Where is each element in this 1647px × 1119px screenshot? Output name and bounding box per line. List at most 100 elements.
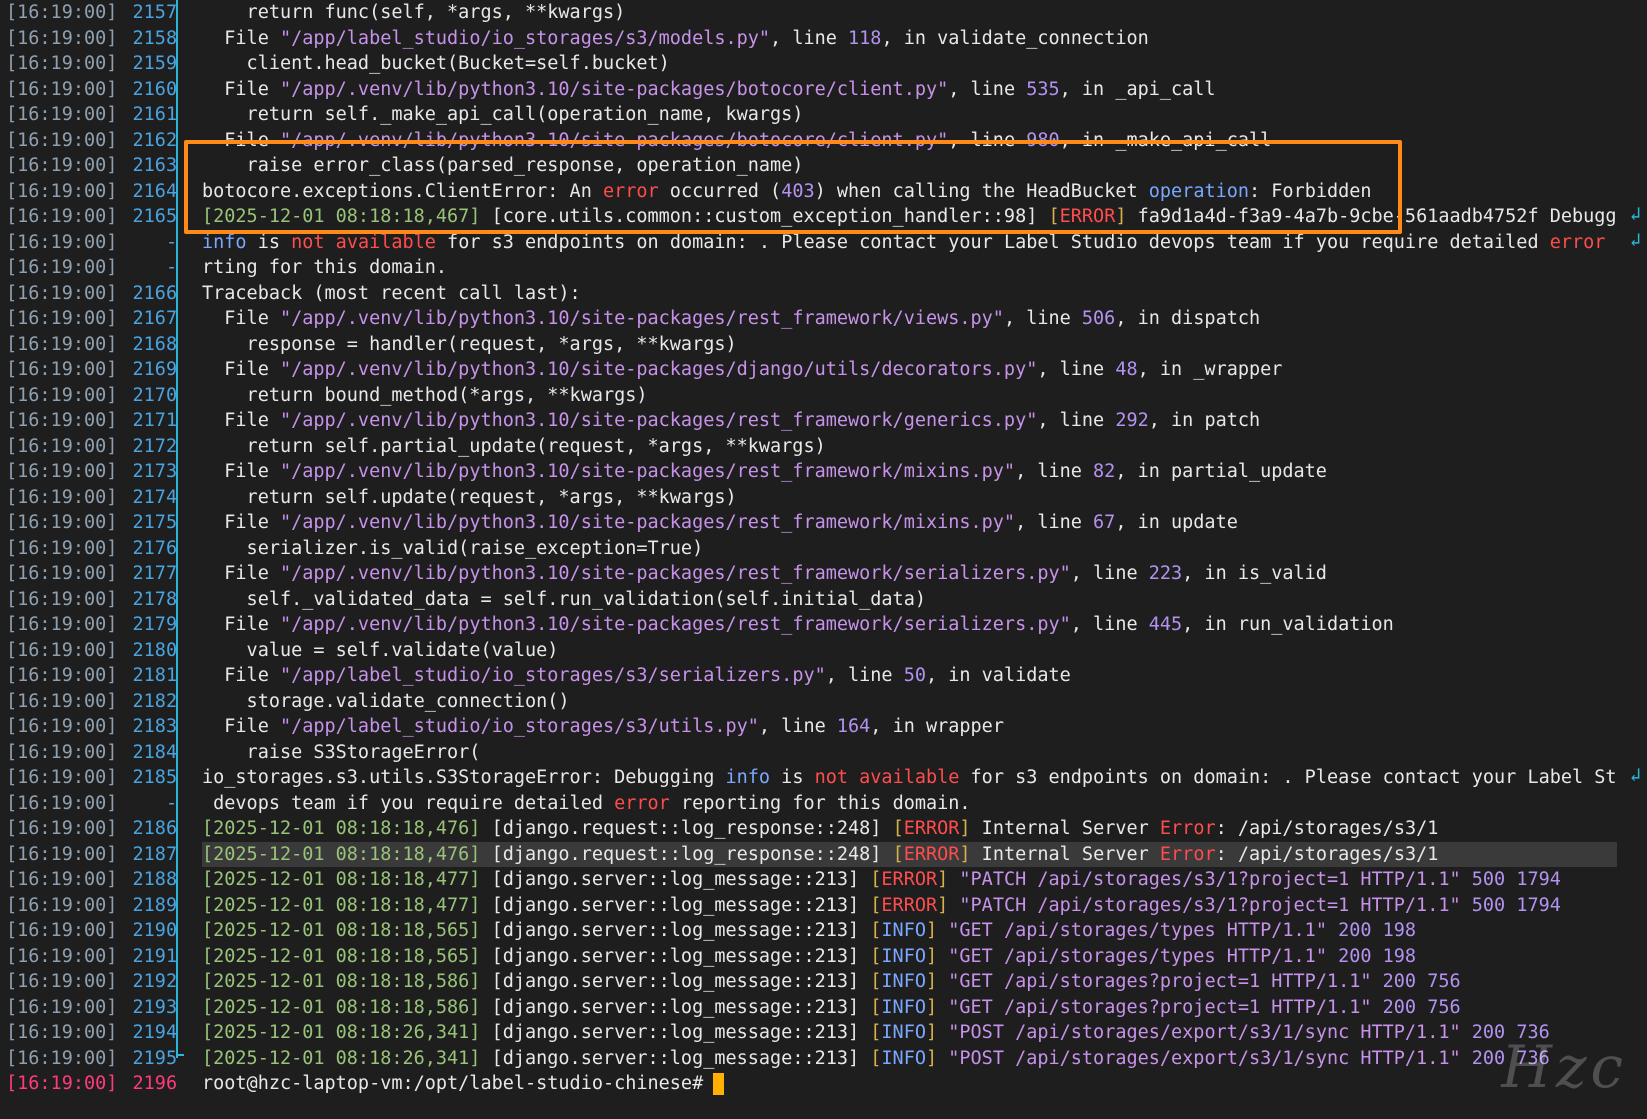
line-text: File "/app/label_studio/io_storages/s3/s… [202,665,1071,686]
timestamp: [16:19:00] [6,155,118,176]
line-number: 2164 [121,180,178,202]
gutter-row: [16:19:00] 2167 [0,306,178,332]
gutter-row: [16:19:00] 2187 [0,842,178,868]
gutter-row: [16:19:00] 2169 [0,357,178,383]
timestamp: [16:19:00] [6,894,118,916]
gutter-row: [16:19:00] 2194 [0,1020,178,1046]
line-text: self._validated_data = self.run_validati… [202,588,926,610]
output-line: botocore.exceptions.ClientError: An erro… [202,179,1617,205]
timestamp: [16:19:00] [6,920,118,941]
line-number: 2189 [121,894,178,916]
output-line: [2025-12-01 08:18:18,565] [django.server… [202,918,1617,944]
output-line: Traceback (most recent call last): [202,281,1617,307]
line-text: return self.partial_update(request, *arg… [202,435,826,457]
timestamp: [16:19:00] [6,843,118,865]
gutter-row: [16:19:00] 2170 [0,383,178,409]
line-number: 2191 [121,945,178,967]
line-text: serializer.is_valid(raise_exception=True… [202,537,704,559]
output-line: File "/app/.venv/lib/python3.10/site-pac… [202,459,1617,485]
timestamp: [16:19:00] [6,435,118,457]
output-line: File "/app/.venv/lib/python3.10/site-pac… [202,77,1617,103]
timestamp: [16:19:00] [6,945,118,967]
terminal-output: return func(self, *args, **kwargs) File … [202,0,1617,1119]
timestamp: [16:19:00] [6,741,118,763]
line-text: response = handler(request, *args, **kwa… [202,333,737,355]
line-text: [2025-12-01 08:18:18,477] [django.server… [202,894,1561,916]
output-line: [2025-12-01 08:18:18,586] [django.server… [202,995,1617,1021]
output-line: File "/app/.venv/lib/python3.10/site-pac… [202,128,1617,154]
timestamp: [16:19:00] [6,231,118,253]
output-line: [2025-12-01 08:18:18,476] [django.reques… [202,816,1617,842]
timestamp: [16:19:00] [6,614,118,635]
line-number: 2196 [121,1073,178,1094]
output-line: [2025-12-01 08:18:18,467] [core.utils.co… [202,204,1617,230]
line-number: 2179 [121,614,178,635]
output-line: File "/app/.venv/lib/python3.10/site-pac… [202,357,1617,383]
gutter-row: [16:19:00] 2189 [0,893,178,919]
timestamp: [16:19:00] [6,512,118,533]
output-line: value = self.validate(value) [202,638,1617,664]
output-line: raise error_class(parsed_response, opera… [202,153,1617,179]
terminal-window[interactable]: [16:19:00] 2157 [16:19:00] 2158 [16:19:00]… [0,0,1647,1119]
timestamp: [16:19:00] [6,180,118,202]
line-number: 2171 [121,410,178,431]
line-text: File "/app/.venv/lib/python3.10/site-pac… [202,308,1261,329]
line-gutter: [16:19:00] 2157 [16:19:00] 2158 [16:19:00]… [0,0,178,1119]
line-text: File "/app/.venv/lib/python3.10/site-pac… [202,78,1216,100]
gutter-row: [16:19:00] - [0,791,178,817]
timestamp: [16:19:00] [6,716,118,737]
line-text: devops team if you require detailed erro… [202,792,971,814]
line-text: root@hzc-laptop-vm:/opt/label-studio-chi… [202,1073,704,1094]
prompt-line[interactable]: root@hzc-laptop-vm:/opt/label-studio-chi… [202,1071,1617,1097]
gutter-row: [16:19:00] 2172 [0,434,178,460]
gutter-row: [16:19:00] 2176 [0,536,178,562]
gutter-row: [16:19:00] 2168 [0,332,178,358]
line-number: 2177 [121,563,178,584]
scope-bar-end [176,1054,184,1056]
gutter-row: [16:19:00] 2181 [0,663,178,689]
gutter-row: [16:19:00] 2178 [0,587,178,613]
output-line: return self.update(request, *args, **kwa… [202,485,1617,511]
line-number: 2163 [121,155,178,176]
timestamp: [16:19:00] [6,384,118,406]
gutter-row: [16:19:00] 2179 [0,612,178,638]
gutter-row: [16:19:00] 2161 [0,102,178,128]
line-number: 2173 [121,461,178,482]
line-text: File "/app/.venv/lib/python3.10/site-pac… [202,614,1394,635]
line-text: return self.update(request, *args, **kwa… [202,486,737,508]
output-line: info is not available for s3 endpoints o… [202,230,1617,256]
output-line: File "/app/label_studio/io_storages/s3/s… [202,663,1617,689]
line-number: 2183 [121,716,178,737]
line-text: rting for this domain. [202,257,448,278]
gutter-row: [16:19:00] 2166 [0,281,178,307]
wrap-marker-icon: ↲ [1629,204,1641,225]
timestamp: [16:19:00] [6,665,118,686]
gutter-row: [16:19:00] 2175 [0,510,178,536]
gutter-row: [16:19:00] 2191 [0,944,178,970]
line-number: 2161 [121,104,178,125]
line-number: 2174 [121,486,178,508]
timestamp: [16:19:00] [6,27,118,49]
output-line: raise S3StorageError( [202,740,1617,766]
gutter-row: [16:19:00] 2173 [0,459,178,485]
timestamp: [16:19:00] [6,588,118,610]
timestamp: [16:19:00] [6,639,118,661]
output-line: rting for this domain. [202,255,1617,281]
output-line: response = handler(request, *args, **kwa… [202,332,1617,358]
gutter-row: [16:19:00] 2190 [0,918,178,944]
gutter-row: [16:19:00] 2164 [0,179,178,205]
timestamp: [16:19:00] [6,1047,118,1069]
line-text: File "/app/label_studio/io_storages/s3/m… [202,27,1149,49]
line-text: return self._make_api_call(operation_nam… [202,104,804,125]
timestamp: [16:19:00] [6,333,118,355]
line-text: storage.validate_connection() [202,690,570,712]
line-number: - [121,231,178,253]
output-line: return bound_method(*args, **kwargs) [202,383,1617,409]
gutter-row: [16:19:00] 2180 [0,638,178,664]
line-text: [2025-12-01 08:18:18,476] [django.reques… [202,818,1439,839]
output-line: File "/app/.venv/lib/python3.10/site-pac… [202,408,1617,434]
gutter-row: [16:19:00] 2159 [0,51,178,77]
wrap-marker-icon: ↲ [1629,765,1641,786]
line-number: 2181 [121,665,178,686]
output-line: [2025-12-01 08:18:18,586] [django.server… [202,969,1617,995]
